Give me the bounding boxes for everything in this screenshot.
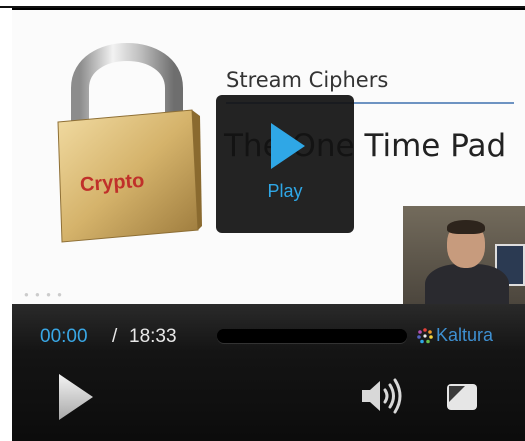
top-border [0,0,525,8]
fullscreen-icon[interactable] [445,382,479,412]
speaker-webcam [403,206,525,304]
control-bar: 00:00 / 18:33 Kaltura [12,304,525,441]
slide-subtitle: Stream Ciphers [226,68,389,92]
slide-dots: ● ● ● ● [24,290,64,299]
video-player[interactable]: Crypto Stream Ciphers The One Time Pad ●… [12,8,525,441]
play-icon [271,123,305,169]
big-play-button[interactable]: Play [216,95,354,233]
play-icon[interactable] [56,372,96,422]
kaltura-label: Kaltura [436,325,494,345]
padlock-label: Crypto [79,169,146,197]
kaltura-logo[interactable]: Kaltura [416,323,525,347]
padlock-image [57,43,202,243]
volume-icon[interactable] [360,377,406,415]
time-separator: / [112,326,118,347]
current-time: 00:00 [40,326,88,347]
progress-scrubber[interactable] [217,329,407,343]
play-label: Play [267,181,303,201]
kaltura-logo-icon [417,328,433,344]
total-time: 18:33 [129,326,177,347]
